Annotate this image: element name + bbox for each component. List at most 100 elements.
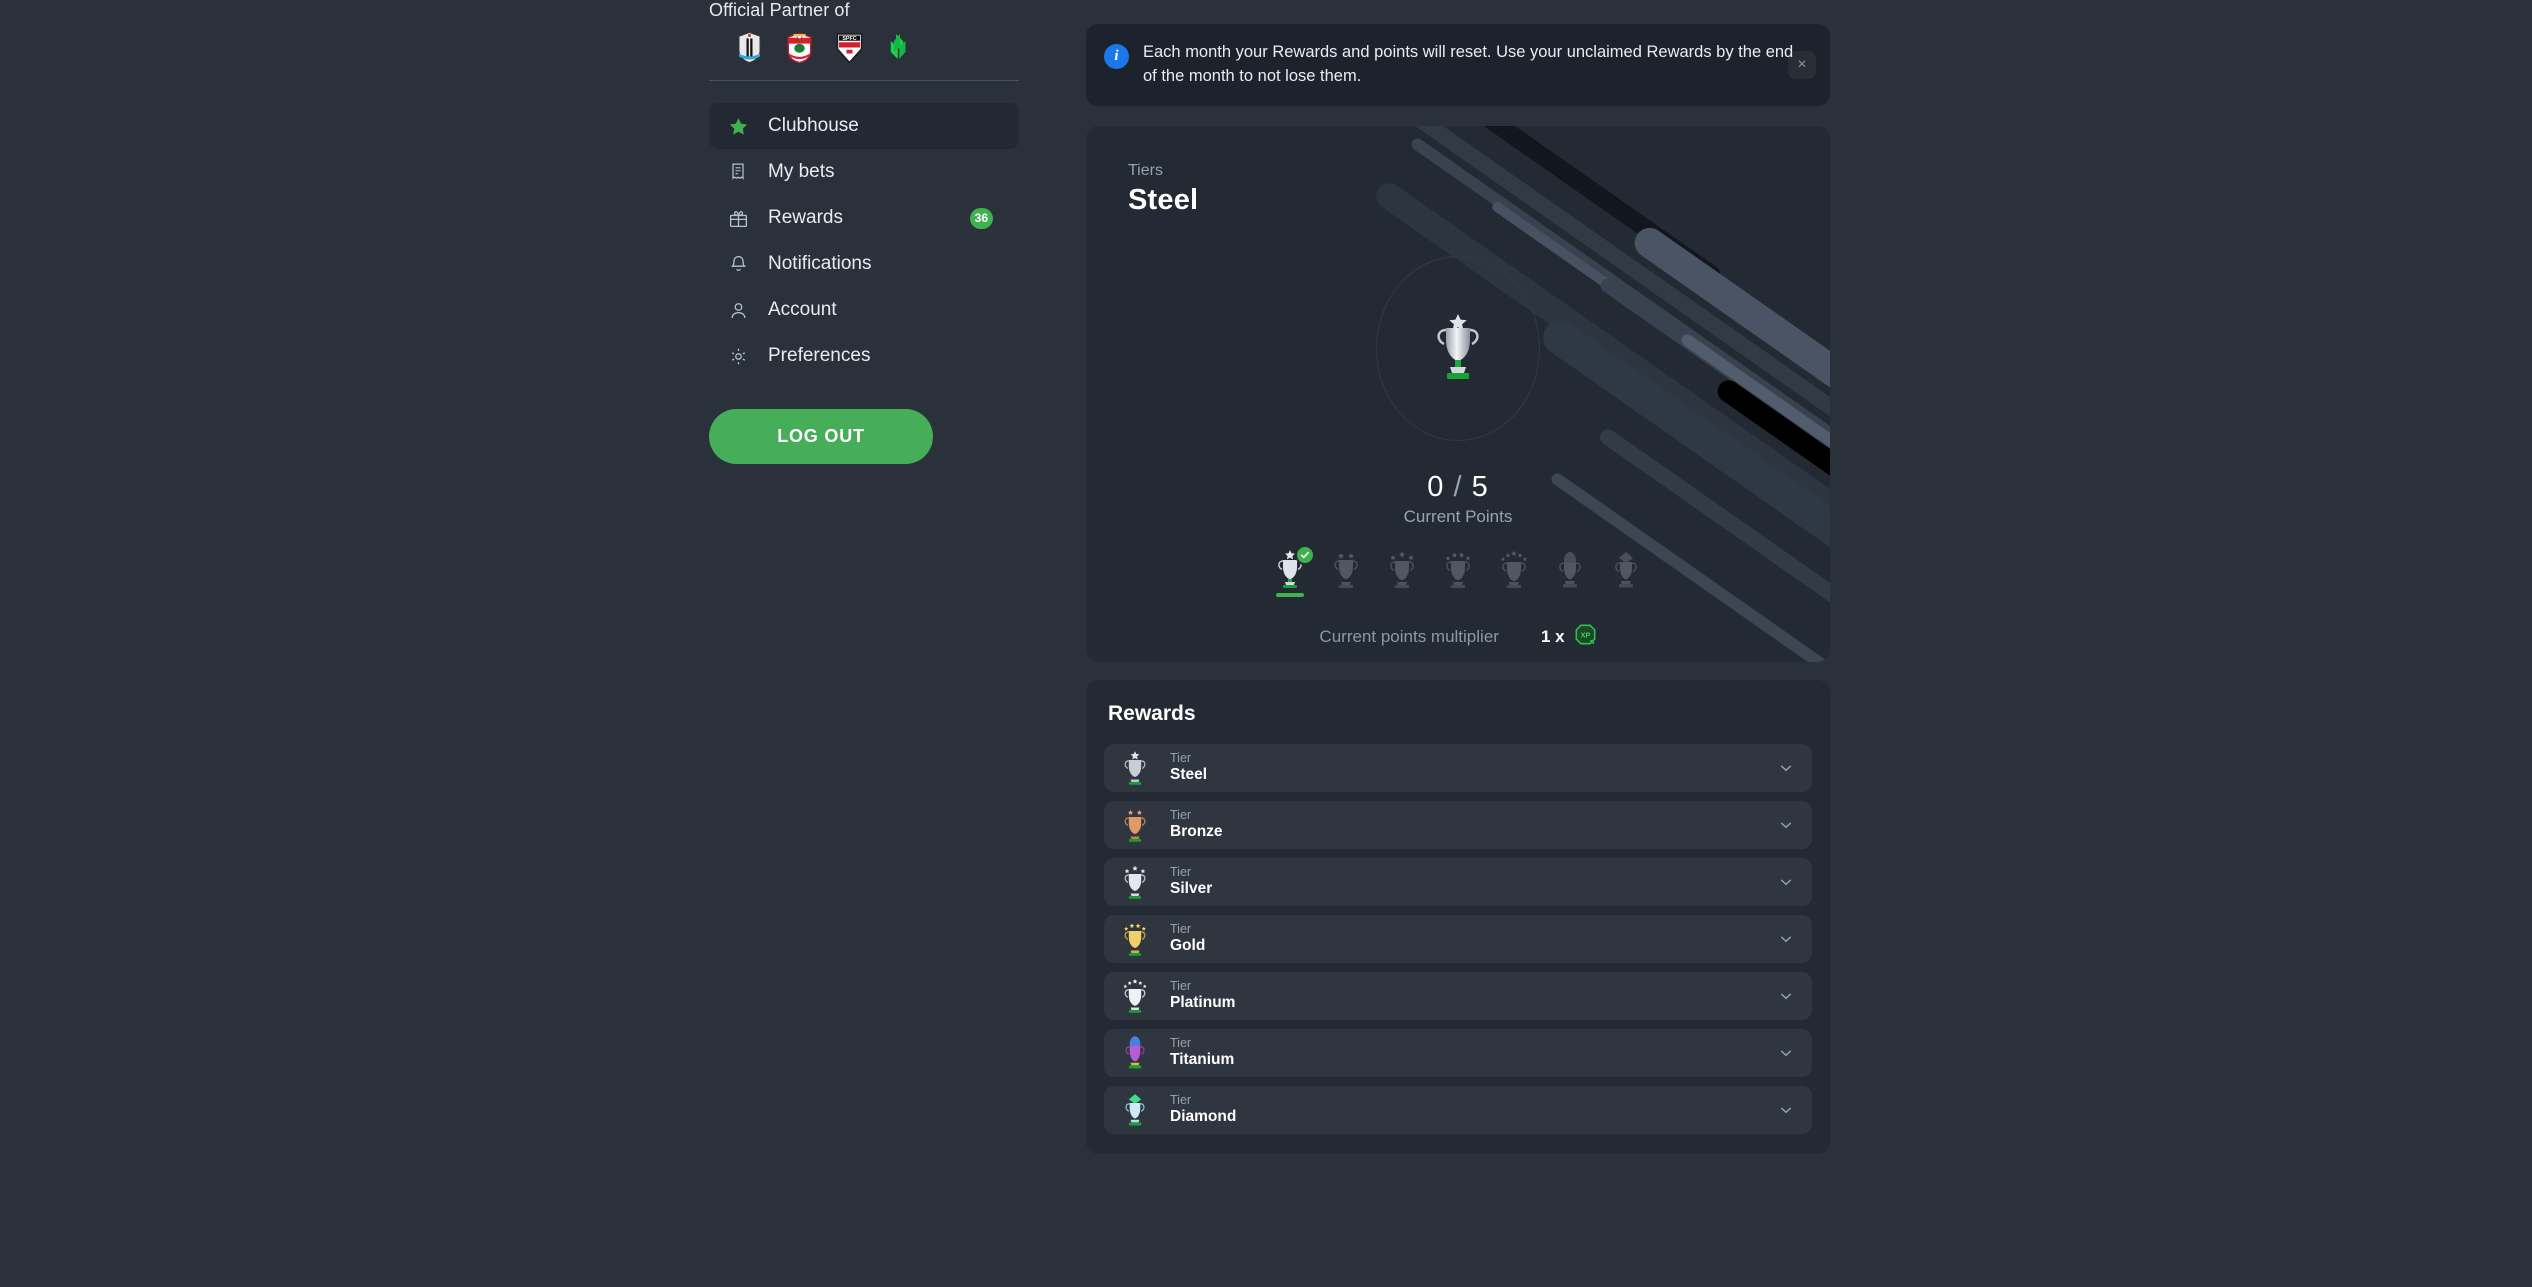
multiplier-value: 1 x [1540, 626, 1565, 646]
points-label: Current Points [1403, 506, 1513, 526]
tier-trophy-platinum[interactable] [1497, 549, 1531, 589]
southampton-crest [783, 31, 816, 64]
chevron-down-icon[interactable] [1778, 989, 1794, 1003]
active-tier-indicator [1276, 592, 1304, 597]
rewards-card: Rewards Tier Steel Tier Bronze Tier Silv… [1086, 679, 1830, 1154]
reward-row-text: Tier Gold [1170, 922, 1760, 955]
multiplier-value-group: 1 x XP [1541, 623, 1597, 651]
tier-trophy-gold[interactable] [1441, 549, 1475, 589]
titanium-trophy-icon [1118, 1034, 1152, 1072]
reward-row-titanium[interactable]: Tier Titanium [1104, 1028, 1812, 1077]
bronze-trophy-icon [1118, 806, 1152, 844]
user-icon [727, 299, 749, 321]
sidebar-item-clubhouse[interactable]: Clubhouse [709, 103, 1019, 149]
sidebar-item-label: Account [768, 299, 837, 320]
svg-text:XP: XP [1580, 630, 1590, 639]
rewards-badge: 36 [969, 207, 993, 229]
log-out-button[interactable]: LOG OUT [709, 409, 933, 464]
receipt-icon [727, 161, 749, 183]
logout-wrap: LOG OUT [709, 409, 1019, 464]
clubhouse-page: Official Partner of SPFC Clubhouse My be… [0, 0, 2532, 1287]
reward-row-text: Tier Diamond [1170, 1093, 1760, 1126]
reward-row-platinum[interactable]: Tier Platinum [1104, 971, 1812, 1020]
gift-icon [727, 207, 749, 229]
reward-row-kicker: Tier [1170, 922, 1192, 937]
newcastle-united-crest [733, 31, 766, 64]
sidebar-item-label: Rewards [768, 207, 843, 228]
chevron-down-icon[interactable] [1778, 1103, 1794, 1117]
bell-icon [727, 253, 749, 275]
chevron-down-icon[interactable] [1778, 1046, 1794, 1060]
reward-row-name: Bronze [1170, 822, 1223, 840]
steel-trophy-icon [1118, 749, 1152, 787]
tier-complete-check-icon [1295, 544, 1315, 565]
tier-trophy-titanium[interactable] [1553, 549, 1587, 589]
tier-trophy-silver[interactable] [1385, 549, 1419, 589]
partner-title: Official Partner of [709, 0, 850, 20]
sidebar-item-my-bets[interactable]: My bets [709, 149, 1019, 195]
reward-row-kicker: Tier [1170, 808, 1192, 823]
reward-row-gold[interactable]: Tier Gold [1104, 914, 1812, 963]
diamond-trophy-icon [1118, 1091, 1152, 1129]
tier-progress-trophies [1086, 544, 1830, 597]
partner-crest-row: SPFC [709, 31, 1019, 64]
sao-paulo-fc-crest: SPFC [833, 31, 866, 64]
reward-row-text: Tier Bronze [1170, 808, 1760, 841]
tier-trophy-diamond[interactable] [1609, 549, 1643, 589]
sidebar-item-rewards[interactable]: Rewards 36 [709, 195, 1019, 241]
reward-row-silver[interactable]: Tier Silver [1104, 857, 1812, 906]
points-value: 0 / 5 [1086, 471, 1830, 504]
sidebar-nav: Clubhouse My bets Rewards 36 Notificatio… [709, 103, 1019, 379]
chevron-down-icon[interactable] [1778, 818, 1794, 832]
sidebar: Official Partner of SPFC Clubhouse My be… [709, 0, 1019, 464]
reward-row-steel[interactable]: Tier Steel [1104, 743, 1812, 792]
steel-trophy-icon [1428, 308, 1488, 389]
platinum-trophy-icon [1118, 977, 1152, 1015]
reward-row-name: Gold [1170, 936, 1206, 954]
current-tier-trophy-ring [1376, 255, 1540, 441]
points-target: 5 [1471, 470, 1489, 503]
sidebar-item-notifications[interactable]: Notifications [709, 241, 1019, 287]
reward-row-text: Tier Platinum [1170, 979, 1760, 1012]
points-separator: / [1453, 470, 1463, 503]
sidebar-divider [709, 80, 1019, 81]
silver-trophy-icon [1118, 863, 1152, 901]
tier-kicker: Tiers [1128, 161, 1163, 179]
chevron-down-icon[interactable] [1778, 932, 1794, 946]
reward-row-bronze[interactable]: Tier Bronze [1104, 800, 1812, 849]
partner-logo-green [883, 31, 916, 64]
chevron-down-icon[interactable] [1778, 761, 1794, 775]
multiplier-label: Current points multiplier [1319, 626, 1499, 646]
info-icon: i [1104, 44, 1129, 69]
reward-row-diamond[interactable]: Tier Diamond [1104, 1085, 1812, 1134]
sidebar-item-label: Clubhouse [768, 115, 859, 136]
gold-trophy-icon [1118, 920, 1152, 958]
reward-row-name: Steel [1170, 765, 1208, 783]
close-icon[interactable]: × [1788, 50, 1816, 79]
gear-icon [727, 345, 749, 367]
reset-info-banner: i Each month your Rewards and points wil… [1086, 24, 1830, 106]
chevron-down-icon[interactable] [1778, 875, 1794, 889]
reward-row-kicker: Tier [1170, 1036, 1192, 1051]
tier-trophy-bronze[interactable] [1329, 549, 1363, 589]
tier-header: Tiers Steel [1128, 162, 1198, 217]
reward-row-name: Silver [1170, 879, 1213, 897]
sidebar-item-label: My bets [768, 161, 835, 182]
tier-card: Tiers Steel 0 / 5 Current Points Current… [1086, 125, 1830, 662]
rewards-title: Rewards [1108, 701, 1196, 725]
sidebar-item-account[interactable]: Account [709, 287, 1019, 333]
multiplier-row: Current points multiplier 1 x XP [1086, 623, 1830, 651]
sidebar-item-label: Preferences [768, 345, 871, 366]
reward-row-name: Diamond [1170, 1107, 1237, 1125]
sidebar-item-label: Notifications [768, 253, 872, 274]
main-column: i Each month your Rewards and points wil… [1086, 24, 1830, 1154]
points-block: 0 / 5 Current Points Current points mult… [1086, 471, 1830, 651]
points-current: 0 [1427, 470, 1445, 503]
banner-text: Each month your Rewards and points will … [1143, 43, 1794, 85]
tier-trophy-steel[interactable] [1273, 544, 1315, 597]
sidebar-item-preferences[interactable]: Preferences [709, 333, 1019, 379]
reward-row-name: Platinum [1170, 993, 1236, 1011]
reward-row-name: Titanium [1170, 1050, 1235, 1068]
reward-row-kicker: Tier [1170, 979, 1192, 994]
reward-row-kicker: Tier [1170, 751, 1192, 766]
